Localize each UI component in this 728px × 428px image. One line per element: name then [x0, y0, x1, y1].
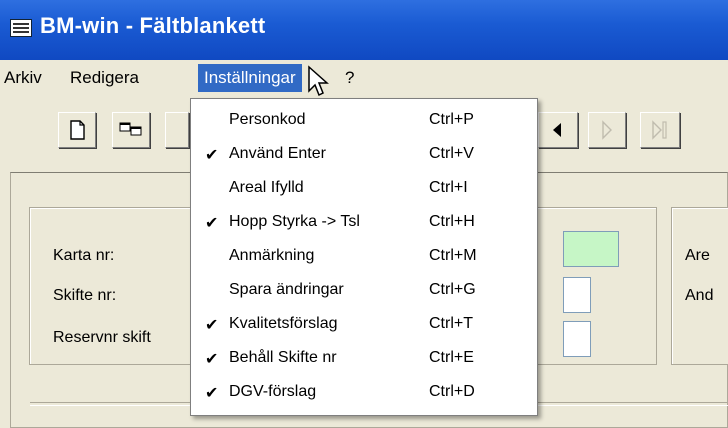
- menu-item-label: Anmärkning: [229, 247, 315, 264]
- menu-help[interactable]: ?: [345, 68, 354, 88]
- mouse-cursor-icon: [308, 65, 329, 97]
- menu-item-label: Areal Ifylld: [229, 179, 304, 196]
- menu-bar: Arkiv Redigera Inställningar ?: [0, 60, 728, 98]
- windows-icon: [119, 122, 142, 136]
- toolbar-button-partial[interactable]: [165, 112, 189, 148]
- arrow-right-disabled-icon: [602, 120, 612, 140]
- menu-item-label: Använd Enter: [229, 145, 326, 162]
- menu-item-shortcut: Ctrl+M: [429, 247, 477, 264]
- menu-item-label: Kvalitetsförslag: [229, 315, 338, 332]
- skifte-checkbox-field[interactable]: [563, 277, 591, 313]
- menu-item-personkod[interactable]: Personkod Ctrl+P: [191, 103, 537, 137]
- menu-item-shortcut: Ctrl+P: [429, 111, 474, 128]
- menu-item-kvalitetsforslag[interactable]: ✔ Kvalitetsförslag Ctrl+T: [191, 307, 537, 341]
- menu-arkiv[interactable]: Arkiv: [4, 68, 42, 88]
- menu-item-label: Spara ändringar: [229, 281, 344, 298]
- checkmark-icon: ✔: [205, 385, 219, 402]
- reservnr-label: Reservnr skift: [53, 329, 151, 346]
- last-record-button[interactable]: [640, 112, 680, 148]
- menu-item-areal-ifylld[interactable]: Areal Ifylld Ctrl+I: [191, 171, 537, 205]
- menu-item-behall-skifte[interactable]: ✔ Behåll Skifte nr Ctrl+E: [191, 341, 537, 375]
- settings-dropdown-menu: Personkod Ctrl+P ✔ Använd Enter Ctrl+V A…: [190, 98, 538, 416]
- menu-item-label: Behåll Skifte nr: [229, 349, 337, 366]
- title-bar: BM-win - Fältblankett: [0, 0, 728, 60]
- menu-item-shortcut: Ctrl+H: [429, 213, 475, 230]
- skifte-label: Skifte nr:: [53, 287, 117, 304]
- menu-item-shortcut: Ctrl+V: [429, 145, 474, 162]
- menu-item-dgv-forslag[interactable]: ✔ DGV-förslag Ctrl+D: [191, 375, 537, 409]
- reservnr-field[interactable]: [563, 321, 591, 357]
- menu-item-anmarkning[interactable]: Anmärkning Ctrl+M: [191, 239, 537, 273]
- next-record-button[interactable]: [588, 112, 626, 148]
- arrow-left-icon: [553, 123, 561, 137]
- app-window-icon[interactable]: [10, 19, 32, 37]
- menu-item-spara-andringar[interactable]: Spara ändringar Ctrl+G: [191, 273, 537, 307]
- menu-item-hopp-styrka[interactable]: ✔ Hopp Styrka -> Tsl Ctrl+H: [191, 205, 537, 239]
- menu-item-shortcut: Ctrl+T: [429, 315, 473, 332]
- last-record-disabled-icon: [652, 120, 667, 140]
- and-label: And: [685, 287, 714, 304]
- menu-item-shortcut: Ctrl+I: [429, 179, 468, 196]
- menu-item-label: Personkod: [229, 111, 306, 128]
- new-document-button[interactable]: [58, 112, 96, 148]
- menu-item-anvand-enter[interactable]: ✔ Använd Enter Ctrl+V: [191, 137, 537, 171]
- menu-item-shortcut: Ctrl+D: [429, 383, 475, 400]
- checkmark-icon: ✔: [205, 147, 219, 164]
- menu-redigera[interactable]: Redigera: [70, 68, 139, 88]
- checkmark-icon: ✔: [205, 215, 219, 232]
- menu-item-shortcut: Ctrl+G: [429, 281, 476, 298]
- new-document-icon: [70, 120, 85, 140]
- menu-item-label: Hopp Styrka -> Tsl: [229, 213, 360, 230]
- window-title: BM-win - Fältblankett: [40, 13, 266, 38]
- checkmark-icon: ✔: [205, 317, 219, 334]
- green-input[interactable]: [563, 231, 619, 267]
- menu-item-label: DGV-förslag: [229, 383, 317, 400]
- windows-button[interactable]: [112, 112, 150, 148]
- area-label: Are: [685, 247, 710, 264]
- menu-item-shortcut: Ctrl+E: [429, 349, 474, 366]
- karta-label: Karta nr:: [53, 247, 115, 264]
- menu-installningar[interactable]: Inställningar: [198, 64, 302, 92]
- right-groupbox: [671, 207, 728, 365]
- checkmark-icon: ✔: [205, 351, 219, 368]
- previous-record-button[interactable]: [538, 112, 578, 148]
